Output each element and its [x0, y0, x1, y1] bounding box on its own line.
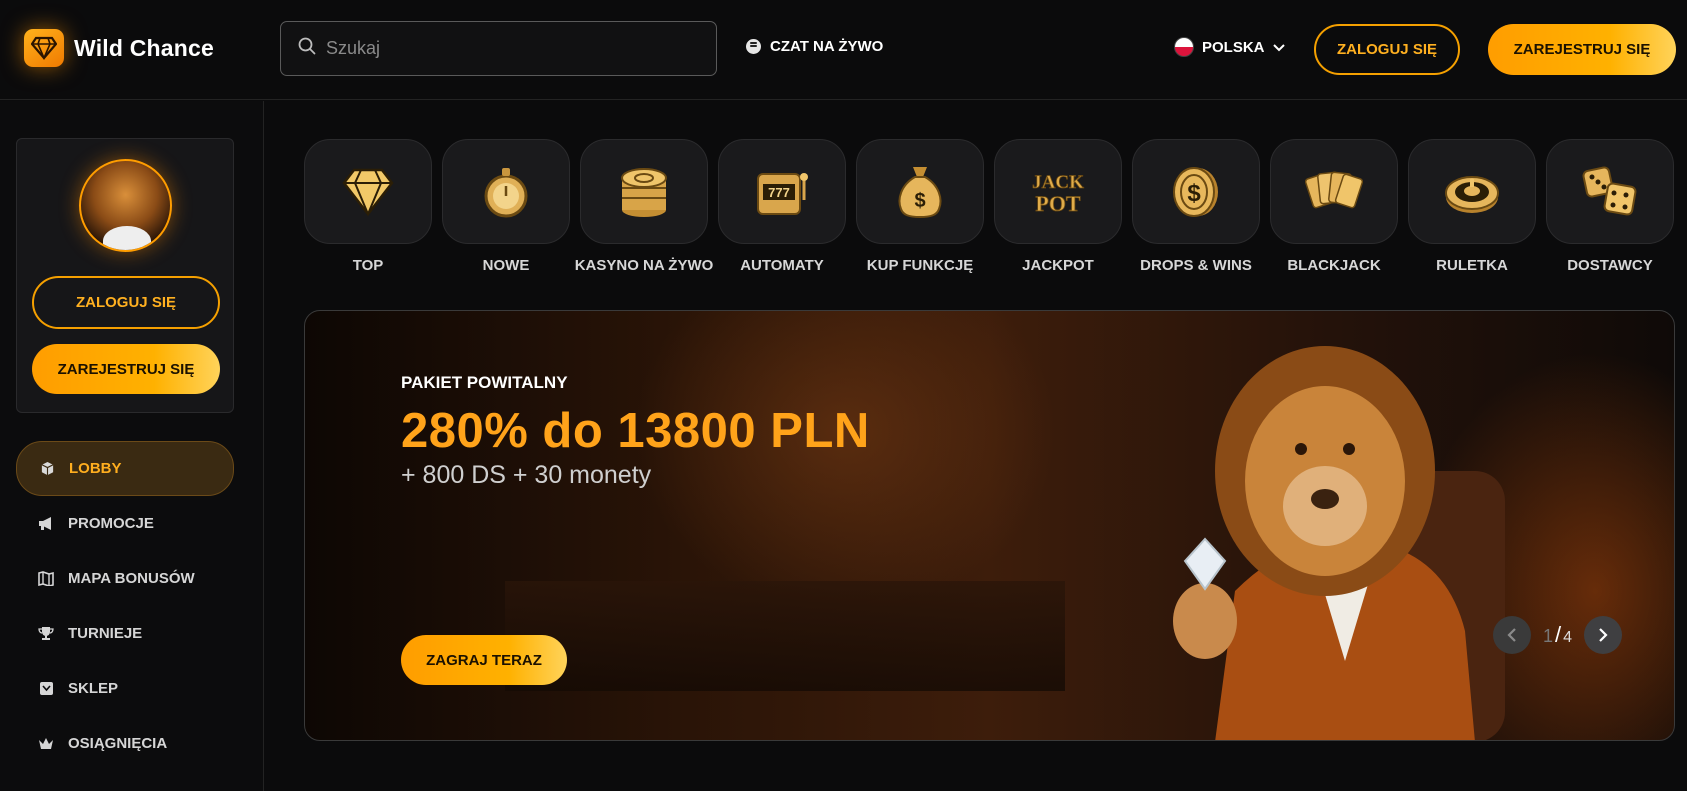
megaphone-icon	[38, 516, 54, 532]
category-jackpot[interactable]: JACK POT JACKPOT	[994, 139, 1122, 279]
jackpot-text-bottom: POT	[1035, 191, 1081, 216]
banner-kicker: PAKIET POWITALNY	[401, 373, 568, 392]
dollar-coin-icon: $	[1173, 166, 1218, 217]
logo-text: Wild Chance	[74, 34, 215, 61]
lion-avatar	[79, 159, 172, 252]
sidebar-register-button[interactable]: ZAREJESTRUJ SIĘ	[32, 344, 220, 394]
sidebar-item-label: OSIĄGNIĘCIA	[68, 735, 168, 752]
category-tile: JACK POT	[994, 139, 1122, 244]
category-live-casino[interactable]: KASYNO NA ŻYWO	[575, 139, 713, 279]
sidebar-item-achievements[interactable]: OSIĄGNIĘCIA	[16, 716, 234, 771]
category-tile: $	[1132, 139, 1260, 244]
roulette-icon	[1445, 175, 1499, 213]
banner-background-office	[505, 581, 1065, 691]
sidebar-item-label: SKLEP	[68, 680, 119, 697]
sidebar-item-label: TURNIEJE	[68, 625, 143, 642]
category-top[interactable]: TOP	[304, 139, 432, 279]
category-bar: TOP NOWE KASYNO NA ŻYWO 777 AUTOMATY $ K…	[304, 139, 1674, 279]
sidebar-item-shop[interactable]: SKLEP	[16, 661, 234, 716]
trophy-icon	[38, 626, 54, 642]
chips-icon	[621, 167, 667, 217]
sidebar-item-label: LOBBY	[69, 460, 122, 477]
banner-subtitle: + 800 DS + 30 monety	[401, 461, 652, 489]
slide-counter: 1 / 4	[1543, 622, 1572, 648]
sidebar-login-button[interactable]: ZALOGUJ SIĘ	[32, 276, 220, 329]
svg-text:$: $	[1187, 180, 1201, 207]
category-new[interactable]: NOWE	[442, 139, 570, 279]
category-tile: 777	[718, 139, 846, 244]
money-bag-icon: $	[898, 166, 942, 218]
sidebar-item-label: MAPA BONUSÓW	[68, 570, 195, 587]
category-tile: $	[856, 139, 984, 244]
stopwatch-icon	[484, 167, 528, 217]
dice-icon	[1582, 166, 1637, 215]
guest-profile-card: ZALOGUJ SIĘ ZAREJESTRUJ SIĘ	[16, 138, 234, 413]
sidebar-menu: LOBBY PROMOCJE MAPA BONUSÓW TURNIEJE SKL…	[16, 441, 234, 771]
banner-title: 280% do 13800 PLN	[401, 404, 870, 458]
live-chat-link[interactable]: CZAT NA ŻYWO	[746, 38, 883, 55]
svg-text:$: $	[914, 190, 925, 212]
chat-bubble-icon	[746, 39, 761, 54]
slide-separator: /	[1555, 622, 1562, 647]
poland-flag-icon	[1174, 37, 1194, 57]
category-tile	[442, 139, 570, 244]
top-header: Wild Chance CZAT NA ŻYWO POLSKA ZALOGUJ …	[0, 0, 1687, 100]
category-tile	[1546, 139, 1674, 244]
crown-icon	[38, 736, 54, 752]
sidebar-item-lobby[interactable]: LOBBY	[16, 441, 234, 496]
slot-machine-icon: 777	[757, 172, 808, 215]
chevron-right-icon[interactable]	[1584, 616, 1623, 654]
category-roulette[interactable]: RULETKA	[1408, 139, 1536, 279]
category-tile	[304, 139, 432, 244]
chevron-down-icon	[1272, 39, 1285, 56]
welcome-banner[interactable]: PAKIET POWITALNY 280% do 13800 PLN + 800…	[304, 310, 1675, 741]
chevron-left-icon[interactable]	[1493, 616, 1531, 654]
map-icon	[38, 571, 54, 587]
play-now-button[interactable]: ZAGRAJ TERAZ	[401, 635, 567, 685]
svg-text:777: 777	[768, 185, 790, 200]
category-drops-wins[interactable]: $ DROPS & WINS	[1132, 139, 1260, 279]
category-blackjack[interactable]: BLACKJACK	[1270, 139, 1398, 279]
live-chat-label: CZAT NA ŻYWO	[770, 38, 884, 55]
diamond-icon	[342, 168, 394, 217]
jackpot-text-top: JACK	[1032, 172, 1084, 193]
sidebar-item-tournaments[interactable]: TURNIEJE	[16, 606, 234, 661]
category-buy-feature[interactable]: $ KUP FUNKCJĘ	[856, 139, 984, 279]
sidebar: ZALOGUJ SIĘ ZAREJESTRUJ SIĘ LOBBY PROMOC…	[0, 101, 264, 791]
sidebar-item-promotions[interactable]: PROMOCJE	[16, 496, 234, 551]
search-box[interactable]	[280, 21, 717, 76]
header-register-button[interactable]: ZAREJESTRUJ SIĘ	[1488, 24, 1676, 75]
sidebar-item-bonus-map[interactable]: MAPA BONUSÓW	[16, 551, 234, 606]
shop-icon	[38, 681, 54, 697]
slide-total: 4	[1563, 629, 1573, 646]
language-label: POLSKA	[1202, 38, 1265, 56]
lion-diamond-logo-icon	[24, 29, 64, 67]
category-tile	[1270, 139, 1398, 244]
search-icon	[298, 37, 316, 60]
category-tile	[1408, 139, 1536, 244]
language-selector[interactable]: POLSKA	[1174, 37, 1285, 57]
header-login-button[interactable]: ZALOGUJ SIĘ	[1314, 24, 1460, 75]
search-input[interactable]	[326, 38, 686, 59]
category-tile	[580, 139, 708, 244]
slide-current: 1	[1543, 626, 1554, 646]
site-logo[interactable]: Wild Chance	[24, 29, 214, 67]
cube-icon	[39, 461, 55, 477]
lion-in-suit-illustration	[1173, 346, 1505, 740]
category-slots[interactable]: 777 AUTOMATY	[718, 139, 846, 279]
sidebar-item-label: PROMOCJE	[68, 515, 154, 532]
playing-cards-icon	[1305, 171, 1363, 208]
category-providers[interactable]: DOSTAWCY	[1546, 139, 1674, 279]
jackpot-icon: JACK POT	[1032, 171, 1085, 216]
banner-pager: 1 / 4	[1493, 616, 1623, 654]
